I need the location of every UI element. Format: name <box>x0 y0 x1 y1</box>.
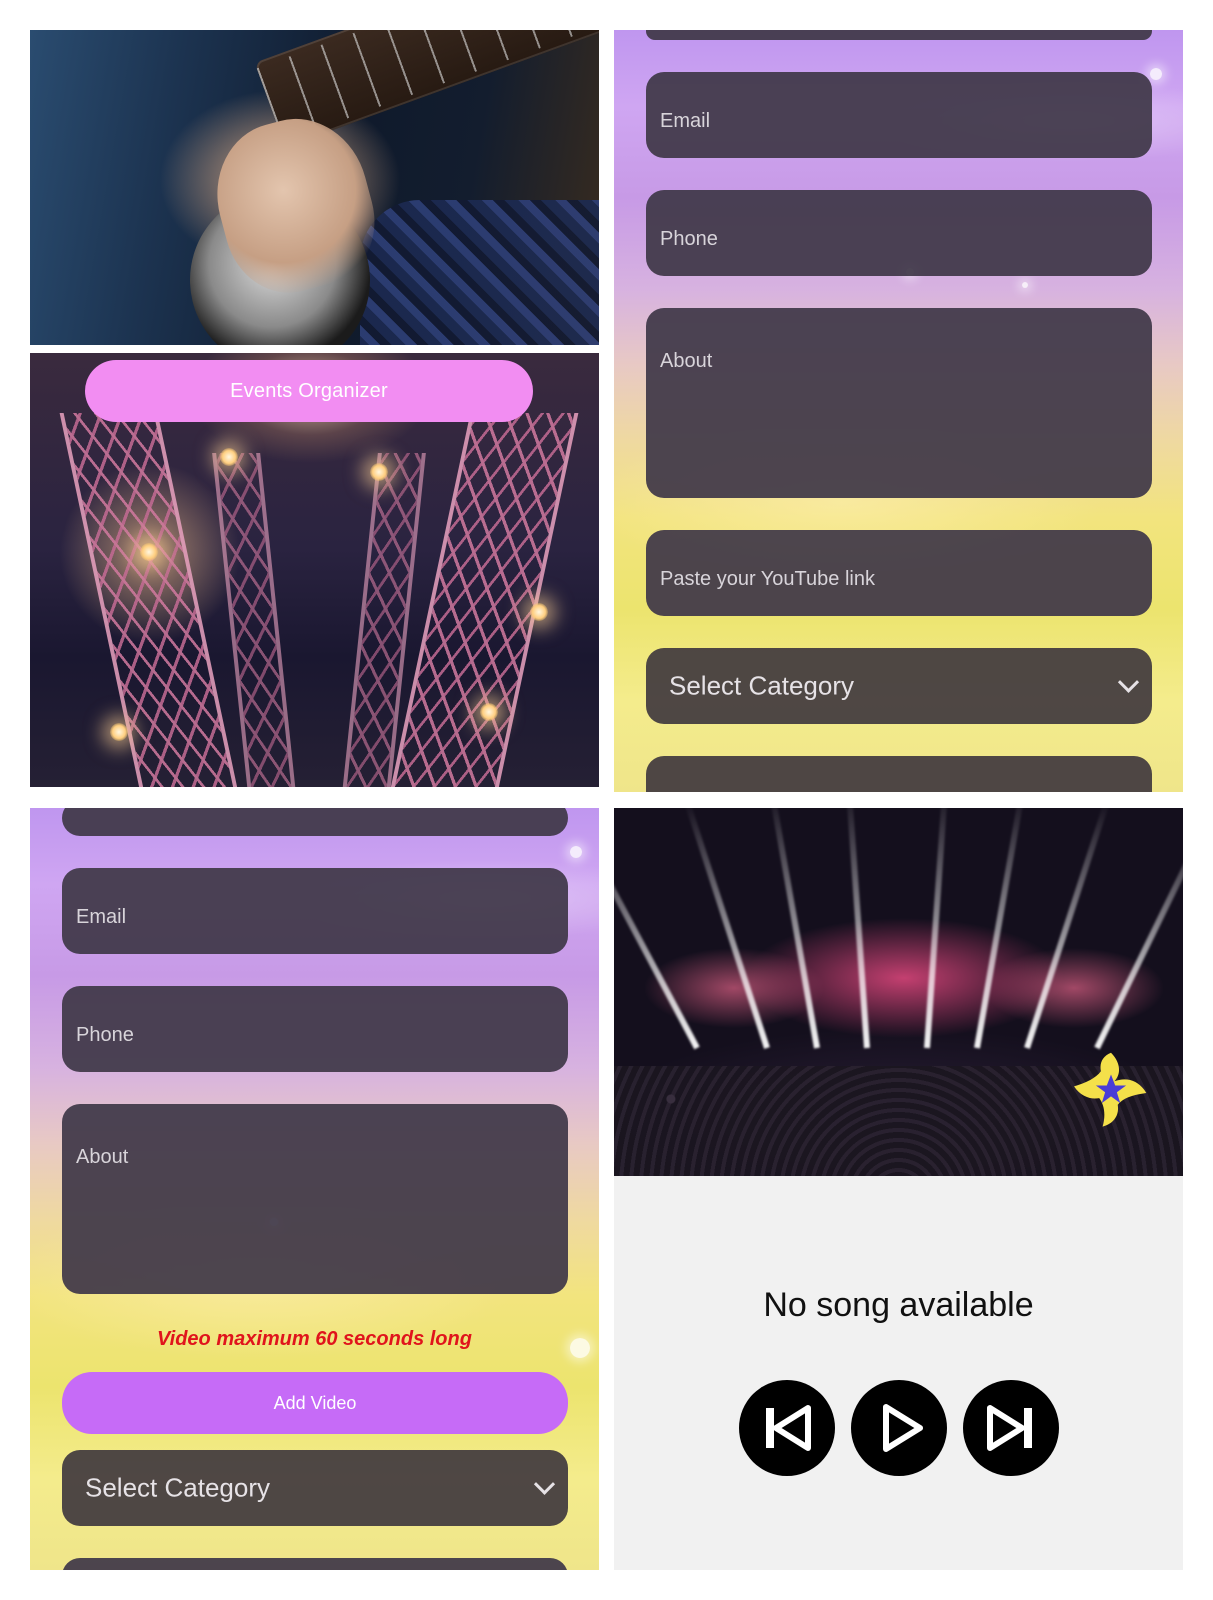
stage-light <box>370 463 388 481</box>
stage-truss <box>59 413 239 787</box>
email-placeholder: Email <box>76 906 127 928</box>
sparkle <box>1022 282 1028 288</box>
email-placeholder: Email <box>660 110 711 132</box>
phone-field[interactable]: Phone <box>62 986 568 1072</box>
light-beam <box>924 808 949 1049</box>
cut-off-field <box>646 30 1152 40</box>
phone-placeholder: Phone <box>660 228 718 250</box>
about-field[interactable]: About <box>62 1104 568 1294</box>
star-logo-icon <box>1074 1052 1147 1127</box>
light-beam <box>845 808 870 1049</box>
sparkle <box>570 846 582 858</box>
light-beam <box>683 808 770 1049</box>
events-organizer-button[interactable]: Events Organizer <box>85 360 533 422</box>
chevron-down-icon <box>533 1473 556 1495</box>
youtube-link-field[interactable]: Paste your YouTube link <box>646 530 1152 616</box>
previous-button[interactable] <box>738 1380 835 1476</box>
chevron-down-icon <box>1117 787 1140 792</box>
about-placeholder: About <box>660 350 713 372</box>
category-select-label: Select Category <box>669 670 854 701</box>
phone-placeholder: Phone <box>76 1024 134 1046</box>
email-field[interactable]: Email <box>62 868 568 954</box>
cut-off-field <box>62 808 568 836</box>
stage-light <box>140 543 158 561</box>
light-beam <box>974 808 1026 1049</box>
video-length-warning: Video maximum 60 seconds long <box>157 1328 472 1350</box>
light-beam <box>614 817 700 1050</box>
chevron-down-icon <box>1117 671 1140 693</box>
previous-icon <box>765 1405 811 1451</box>
next-icon <box>986 1405 1032 1451</box>
phone-field[interactable]: Phone <box>646 190 1152 276</box>
category-select[interactable]: Select Category <box>62 1450 568 1526</box>
stage-light <box>480 703 498 721</box>
concert-photo <box>614 808 1183 1176</box>
province-select[interactable] <box>646 756 1152 792</box>
category-select[interactable]: Select Category <box>646 648 1152 724</box>
player-controls <box>614 1380 1183 1476</box>
no-song-message: No song available <box>763 1286 1034 1324</box>
about-field[interactable]: About <box>646 308 1152 498</box>
stage-light <box>530 603 548 621</box>
cut-off-field <box>62 1558 568 1570</box>
play-icon <box>882 1404 923 1452</box>
music-player-panel: No song available <box>614 808 1183 1570</box>
guitar-photo <box>30 30 599 345</box>
email-field[interactable]: Email <box>646 72 1152 158</box>
stage-light <box>110 723 128 741</box>
profile-form-top: Email Phone About Paste your YouTube lin… <box>614 30 1183 792</box>
category-select-label: Select Category <box>85 1472 270 1503</box>
light-beam <box>768 808 820 1049</box>
next-button[interactable] <box>962 1380 1059 1476</box>
stage-photo-panel: Events Organizer <box>30 353 599 787</box>
light-beam <box>1024 808 1111 1049</box>
stage-light <box>220 448 238 466</box>
play-button[interactable] <box>850 1380 947 1476</box>
sleeve-shape <box>360 200 599 345</box>
about-placeholder: About <box>76 1146 129 1168</box>
sparkle <box>1150 68 1162 80</box>
profile-form-bottom: Email Phone About Video maximum 60 secon… <box>30 808 599 1570</box>
light-beam <box>1094 812 1183 1050</box>
youtube-link-placeholder: Paste your YouTube link <box>660 568 875 590</box>
add-video-button[interactable]: Add Video <box>62 1372 568 1434</box>
